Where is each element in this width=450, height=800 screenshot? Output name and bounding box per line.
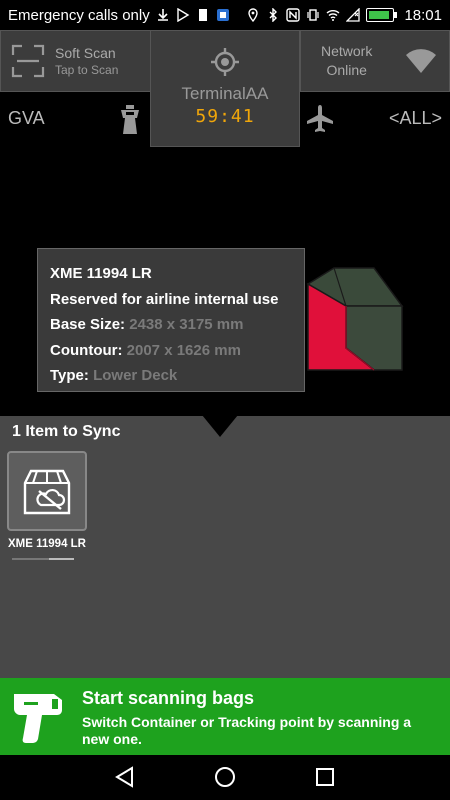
contour-value: 2007 x 1626 mm (126, 341, 241, 359)
vibrate-icon (307, 9, 320, 21)
type-label: Type: (50, 367, 89, 384)
base-size-row: Base Size: 2438 x 3175 mm (50, 312, 292, 338)
banner-title: Start scanning bags (82, 688, 255, 708)
airplane-icon[interactable] (306, 104, 334, 134)
sync-title: 1 Item to Sync (12, 423, 121, 440)
clock: 18:01 (404, 6, 442, 24)
download-icon (157, 9, 168, 21)
banner-subtitle: Switch Container or Tracking point by sc… (82, 714, 412, 747)
bluetooth-icon (269, 8, 278, 22)
sync-item-label: XME 11994 LR (8, 538, 86, 550)
play-store-icon (177, 8, 190, 22)
type-row: Type: Lower Deck (50, 363, 292, 389)
soft-scan-button[interactable]: Soft Scan Tap to Scan (0, 30, 151, 92)
nfc-icon (286, 8, 301, 22)
base-size-label: Base Size: (50, 316, 126, 333)
back-icon[interactable] (114, 766, 136, 788)
container-info-card: XME 11994 LR Reserved for airline intern… (37, 248, 305, 392)
soft-scan-subtitle: Tap to Scan (55, 63, 119, 77)
control-tower-icon[interactable] (118, 104, 142, 136)
box-cloud-off-icon (23, 469, 71, 515)
contour-row: Countour: 2007 x 1626 mm (50, 338, 292, 364)
carrier-text: Emergency calls only (8, 6, 150, 24)
no-signal-icon (346, 8, 361, 22)
location-icon (248, 8, 259, 22)
wifi-icon (406, 49, 436, 73)
uld-container-icon (306, 267, 404, 371)
location-row: GVA <ALL> (0, 100, 450, 140)
sync-panel: 1 Item to Sync XME 11994 LR (0, 415, 450, 678)
sync-progress-bar (12, 558, 74, 560)
type-value: Lower Deck (93, 367, 178, 384)
network-status[interactable]: Network Online (300, 30, 450, 92)
scan-frame-icon (11, 44, 45, 78)
recents-icon[interactable] (314, 766, 336, 788)
station-code[interactable]: GVA (8, 108, 45, 129)
filter-all[interactable]: <ALL> (389, 108, 442, 129)
container-id: XME 11994 LR (50, 265, 152, 282)
sync-item-tile[interactable] (7, 451, 87, 531)
network-state: Online (326, 62, 367, 78)
home-icon[interactable] (214, 766, 236, 788)
scanner-gun-icon (14, 694, 62, 743)
status-bar: Emergency calls only 18:01 (0, 0, 450, 30)
sim-icon (198, 9, 207, 21)
wifi-status-icon (326, 10, 340, 21)
network-label: Network (321, 43, 373, 59)
battery-icon (366, 8, 398, 22)
soft-scan-title: Soft Scan (55, 45, 116, 61)
panel-pointer (202, 415, 238, 437)
base-size-value: 2438 x 3175 mm (129, 316, 244, 333)
app-notification-icon (216, 9, 229, 21)
navigation-bar (0, 755, 450, 800)
container-note: Reserved for airline internal use (50, 290, 279, 308)
scan-instruction-banner[interactable]: Start scanning bags Switch Container or … (0, 678, 450, 755)
contour-label: Countour: (50, 341, 123, 359)
crosshair-icon (211, 48, 239, 76)
